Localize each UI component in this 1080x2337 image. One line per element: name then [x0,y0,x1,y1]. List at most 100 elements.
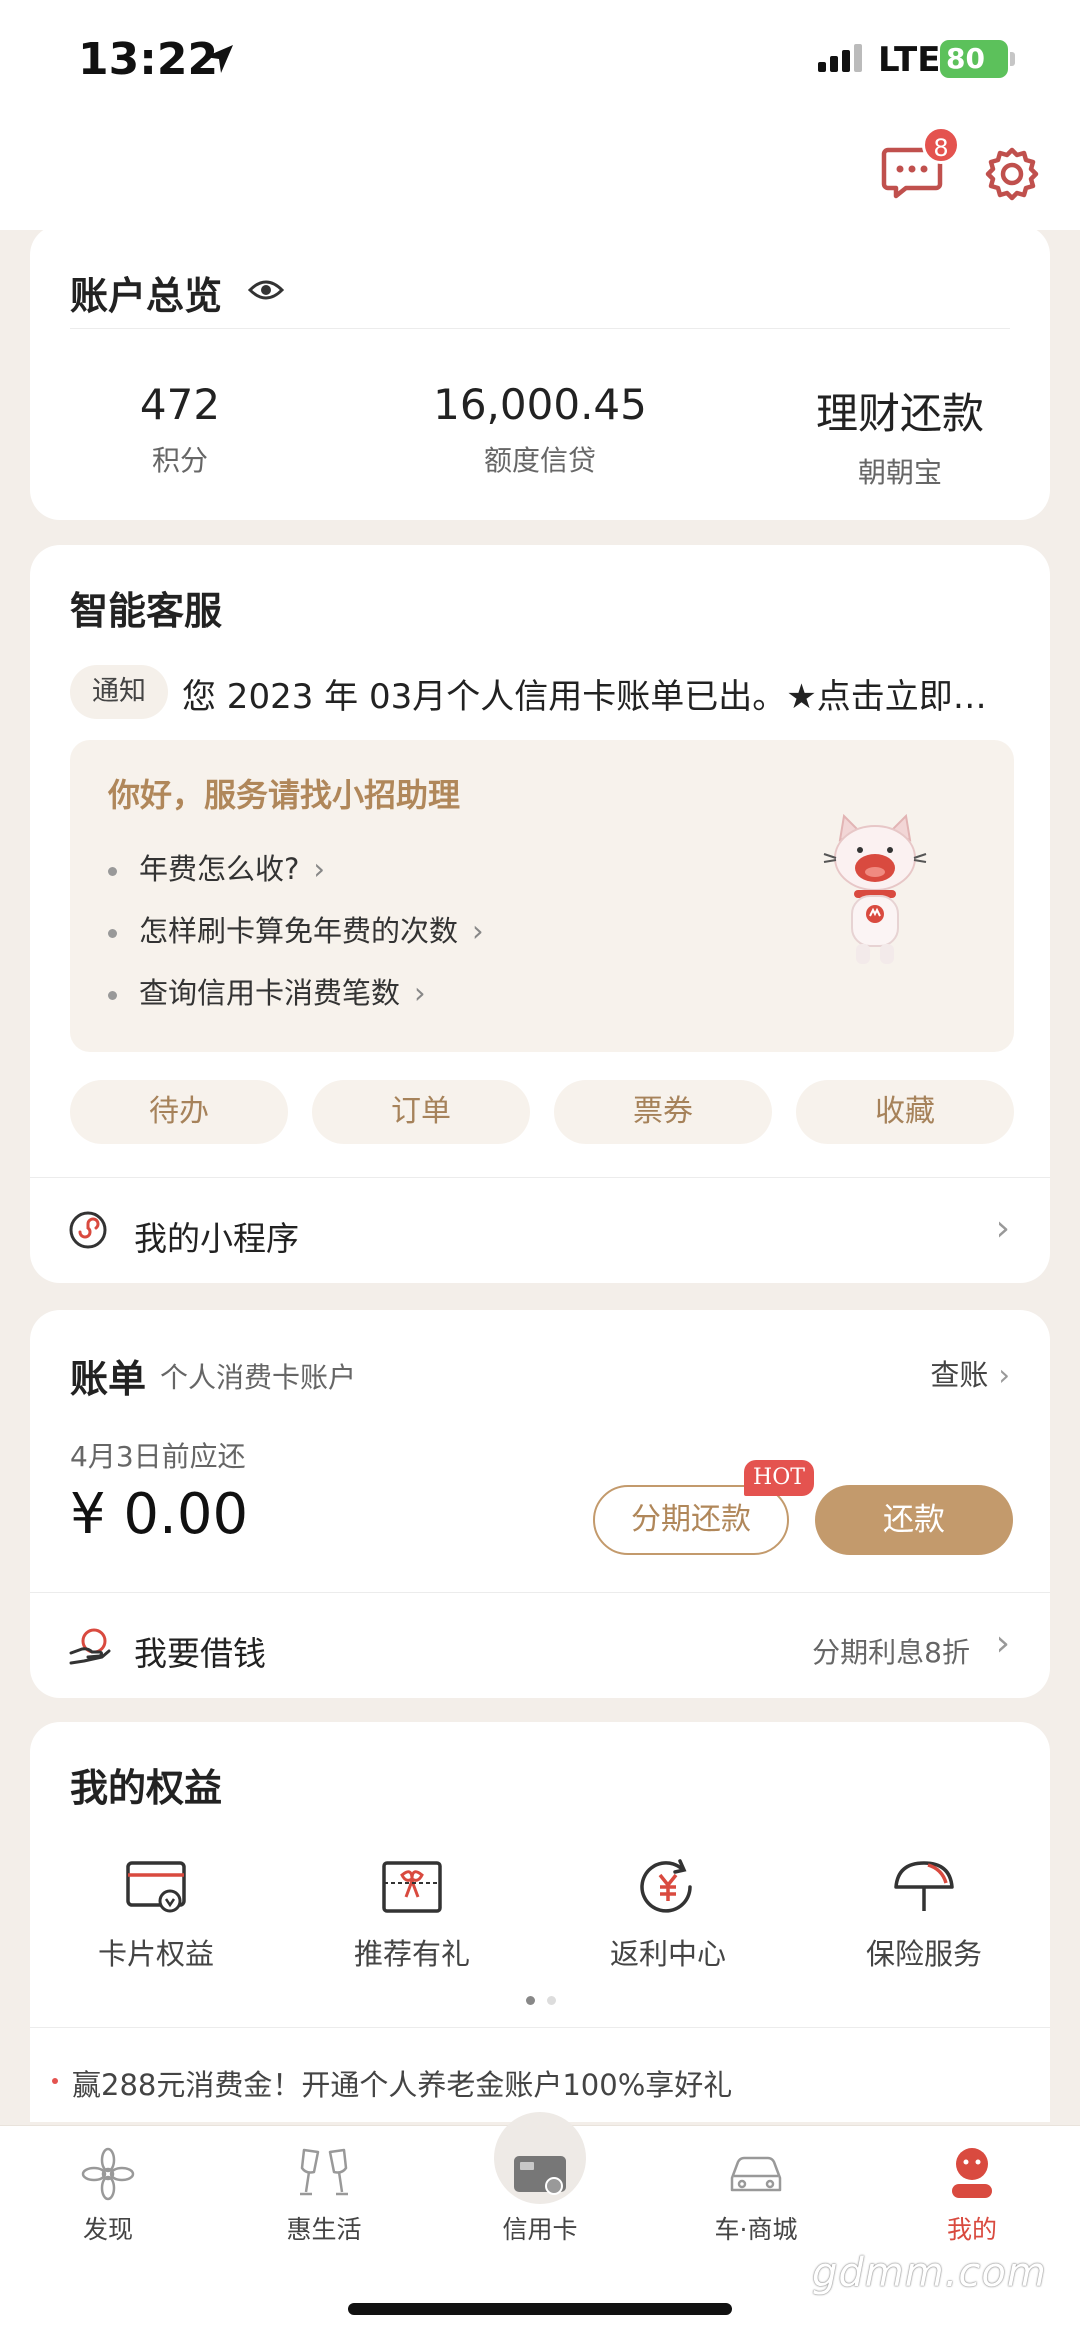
faq-text: 年费怎么收? [139,852,300,886]
bill-amount: ¥ 0.00 [70,1482,249,1547]
benefit-label: 保险服务 [865,1937,982,1971]
borrow-row[interactable]: 我要借钱 分期利息8折 › [30,1592,1050,1698]
check-bill-label: 查账 [930,1358,989,1392]
page-dot [547,1996,556,2005]
network-type: LTE [878,40,941,80]
benefit-card-rights[interactable]: 卡片权益 [56,1857,256,1973]
mini-program-icon [69,1211,107,1249]
tab-mine[interactable]: 我的 [892,2144,1052,2246]
stat-label: 额度信贷 [483,444,596,477]
tab-car-mall[interactable]: 车·商城 [676,2144,836,2246]
location-arrow-icon [205,45,233,73]
status-time: 13:22 [78,34,219,85]
promo-dot [52,2078,58,2084]
stat-credit[interactable]: 16,000.45 额度信贷 [390,380,690,479]
tab-label: 信用卡 [502,2215,578,2244]
chevron-right-icon: › [998,1358,1010,1392]
borrow-label: 我要借钱 [134,1634,266,1673]
bill-card: 账单 个人消费卡账户 查账 › 4月3日前应还 ¥ 0.00 分期还款 HOT 还… [30,1310,1050,1698]
credit-card-icon [514,2156,566,2195]
due-date: 4月3日前应还 [70,1440,246,1473]
hot-badge: HOT [744,1460,814,1496]
bullet-dot [108,866,117,876]
tab-label: 车·商城 [714,2215,798,2244]
faq-text: 查询信用卡消费笔数 [139,976,401,1010]
benefit-referral[interactable]: 推荐有礼 [312,1857,512,1973]
bullet-dot [108,990,117,1000]
divider [70,328,1010,329]
chevron-right-icon: › [472,914,484,948]
mini-programs-label: 我的小程序 [134,1219,299,1258]
account-overview-title: 账户总览 [70,273,223,318]
stat-value: 理财还款 [815,389,984,438]
tab-life[interactable]: 惠生活 [244,2144,404,2246]
car-icon [730,2156,782,2192]
profile-icon [952,2148,992,2198]
bullet-dot [108,928,117,938]
faq-item[interactable]: 年费怎么收? › [108,846,325,888]
bill-title: 账单 [70,1356,147,1401]
repay-button[interactable]: 还款 [815,1485,1013,1555]
notice-tag: 通知 [70,665,168,719]
quick-pills: 待办 订单 票券 收藏 [70,1080,1014,1144]
benefits-card: 我的权益 卡片权益 推荐有礼 返利中心 保险服务 赢288元消费金！开通个人养老… [30,1722,1050,2122]
smart-service-card: 智能客服 通知 您 2023 年 03月个人信用卡账单已出。★点击立即… 你好，… [30,545,1050,1283]
benefit-label: 推荐有礼 [353,1937,470,1971]
watermark: gdmm.com [812,2250,1047,2296]
tab-label: 我的 [946,2215,997,2244]
card-benefit-icon [126,1861,186,1913]
status-bar: 13:22 LTE 80 [0,0,1080,120]
mascot-cat-icon[interactable] [820,810,930,970]
battery-indicator: 80 [940,40,1008,78]
pill-orders[interactable]: 订单 [312,1080,530,1144]
assistant-panel: 你好，服务请找小招助理 年费怎么收? › 怎样刷卡算免年费的次数 › 查询信用卡消费… [70,740,1014,1052]
eye-icon[interactable] [248,277,284,303]
promo-banner[interactable]: 赢288元消费金！开通个人养老金账户100%享好礼 [30,2027,1050,2122]
battery-level: 80 [946,42,985,75]
notice-message[interactable]: 您 2023 年 03月个人信用卡账单已出。★点击立即… [182,669,1042,718]
bill-account-type: 个人消费卡账户 [160,1361,357,1394]
benefits-title: 我的权益 [70,1765,223,1810]
stat-value: 472 [139,380,221,429]
faq-text: 怎样刷卡算免年费的次数 [139,914,459,948]
stat-label: 积分 [151,444,208,477]
faq-item[interactable]: 怎样刷卡算免年费的次数 › [108,908,484,950]
mini-programs-row[interactable]: 我的小程序 › [30,1177,1050,1283]
account-overview-card: 账户总览 472 积分 16,000.45 额度信贷 理财还款 朝朝宝 [30,225,1050,520]
home-indicator[interactable] [348,2303,732,2315]
stat-value: 16,000.45 [433,380,647,429]
pill-tickets[interactable]: 票券 [554,1080,772,1144]
pagination-dots [520,1990,562,2009]
chevron-right-icon: › [414,976,426,1010]
battery-cap [1010,52,1015,66]
borrow-hand-icon [69,1628,111,1665]
smart-service-title: 智能客服 [70,588,223,633]
tab-label: 惠生活 [286,2215,362,2244]
stat-label: 朝朝宝 [857,456,942,489]
chevron-right-icon: › [995,1208,1010,1249]
benefit-insurance[interactable]: 保险服务 [824,1857,1024,1973]
tab-label: 发现 [82,2215,133,2244]
pill-favorites[interactable]: 收藏 [796,1080,1014,1144]
cheers-icon [300,2148,348,2196]
umbrella-icon [894,1861,954,1911]
page-dot-active [526,1996,535,2005]
assistant-greeting: 你好，服务请找小招助理 [108,776,461,814]
benefit-label: 卡片权益 [97,1937,214,1971]
yen-cycle-icon [640,1859,692,1913]
pill-todo[interactable]: 待办 [70,1080,288,1144]
borrow-promo: 分期利息8折 [812,1636,970,1669]
chevron-right-icon: › [313,852,326,886]
flower-icon [81,2147,135,2201]
benefit-label: 返利中心 [609,1937,726,1971]
settings-gear-icon[interactable] [982,144,1042,204]
benefit-rebate[interactable]: 返利中心 [568,1857,768,1973]
cellular-signal-icon [818,44,862,72]
tab-discover[interactable]: 发现 [28,2144,188,2246]
stat-wealth[interactable]: 理财还款 朝朝宝 [750,380,1050,491]
check-bill-link[interactable]: 查账 › [930,1352,1010,1394]
faq-item[interactable]: 查询信用卡消费笔数 › [108,970,426,1012]
stat-points[interactable]: 472 积分 [30,380,330,479]
tab-credit-card[interactable]: 信用卡 [460,2144,620,2246]
chevron-right-icon: › [995,1623,1010,1664]
